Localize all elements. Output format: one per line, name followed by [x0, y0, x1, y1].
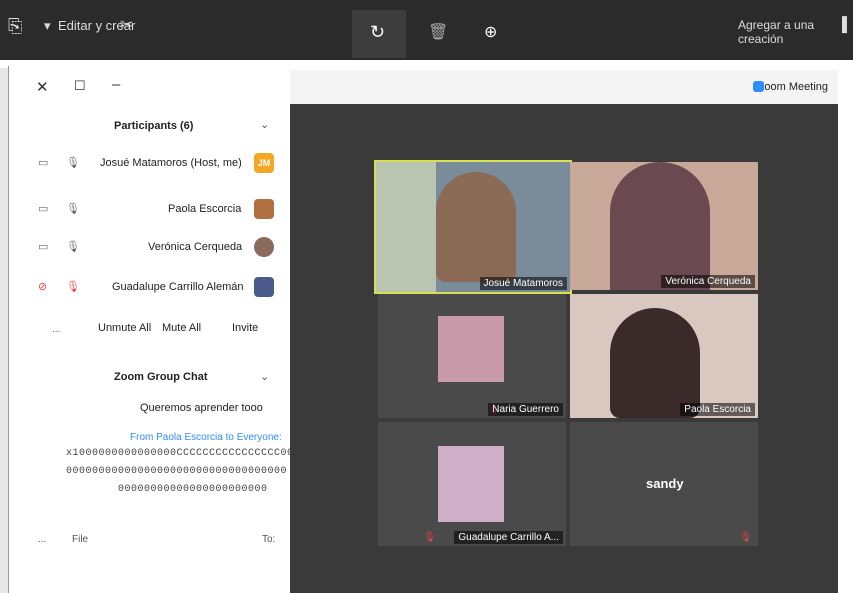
zoom-logo-icon — [753, 81, 764, 92]
minimize-icon[interactable]: – — [112, 76, 120, 93]
avatar — [254, 199, 274, 219]
mic-icon[interactable]: 🎙 — [66, 240, 80, 253]
collapse-chat-icon[interactable]: ⌄ — [260, 370, 269, 383]
zoom-icon[interactable]: ⊕ — [484, 22, 497, 42]
tile-name: Josué Matamoros — [479, 277, 567, 290]
chat-message: 0000000000000000000000000000000000 — [66, 466, 288, 477]
chat-from: From Paola Escorcia to Everyone: — [130, 432, 282, 443]
left-scroll-bar[interactable] — [0, 68, 8, 593]
chevron-down-icon[interactable]: ▾ — [44, 18, 51, 34]
video-icon[interactable]: ▭ — [38, 202, 48, 215]
video-off-icon[interactable]: ⊘ — [38, 280, 47, 293]
person-silhouette — [436, 172, 516, 282]
avatar — [254, 277, 274, 297]
chat-more-button[interactable]: ... — [38, 534, 46, 545]
tile-name-center: sandy — [646, 476, 684, 491]
participant-name: Verónica Cerqueda — [148, 241, 243, 253]
background-shelf — [376, 162, 436, 292]
more-button[interactable]: ... — [52, 324, 60, 335]
participant-name: Josué Matamoros (Host, me) — [100, 157, 242, 169]
tile-name: Verónica Cerqueda — [661, 275, 755, 288]
video-tile[interactable]: Josué Matamoros — [374, 160, 572, 294]
mic-icon[interactable]: 🎙 — [66, 202, 80, 215]
zoom-title: Zoom Meeting — [757, 81, 828, 93]
participant-name: Guadalupe Carrillo Alemán — [112, 281, 244, 293]
close-icon[interactable]: ✕ — [36, 78, 49, 96]
chat-message: Queremos aprender tooo — [140, 402, 263, 414]
video-gallery: Josué Matamoros Verónica Cerqueda 🎙 Nari… — [290, 104, 838, 593]
participant-row[interactable]: ⊘ 🎙 Guadalupe Carrillo Alemán — [22, 274, 290, 300]
photos-toolbar: ⎘ ▾ Editar y crear ✂ ↻ 🗑 ⊕ Agregar a una… — [0, 0, 853, 60]
chat-message: x1000000000000000CCCCCCCCCCCCCCCC0000 — [66, 448, 307, 459]
profile-picture — [438, 446, 504, 522]
avatar — [254, 237, 274, 257]
chat-message: 00000000000000000000000 — [118, 484, 268, 495]
file-button[interactable]: File — [72, 534, 88, 545]
zoom-title-bar: Zoom Meeting — [290, 70, 838, 104]
add-creation-icon[interactable]: ▌ — [842, 16, 852, 32]
tile-name: Guadalupe Carrillo A... — [454, 531, 563, 544]
invite-button[interactable]: Invite — [232, 322, 258, 334]
video-tile[interactable]: 🎙 Guadalupe Carrillo A... — [378, 422, 566, 546]
video-icon[interactable]: ▭ — [38, 156, 48, 169]
delete-icon[interactable]: 🗑 — [428, 22, 448, 42]
unmute-all-button[interactable]: Unmute All — [98, 322, 151, 334]
tile-name: Naria Guerrero — [488, 403, 563, 416]
mute-all-button[interactable]: Mute All — [162, 322, 201, 334]
collapse-participants-icon[interactable]: ⌄ — [260, 118, 269, 131]
video-tile[interactable]: Verónica Cerqueda — [570, 162, 758, 290]
maximize-icon[interactable]: ☐ — [74, 78, 86, 94]
tile-name: Paola Escorcia — [680, 403, 755, 416]
video-tile[interactable]: Paola Escorcia — [570, 294, 758, 418]
video-icon[interactable]: ▭ — [38, 240, 48, 253]
center-tools: ↻ 🗑 ⊕ — [352, 10, 522, 58]
add-to-creation-label[interactable]: Agregar a una creación — [738, 18, 853, 46]
share-icon[interactable]: ⎘ — [8, 16, 22, 37]
edit-icon[interactable]: ✂ — [120, 15, 133, 35]
video-tile[interactable]: 🎙 Naria Guerrero — [378, 294, 566, 418]
chat-to-label: To: — [262, 534, 276, 545]
participants-header: Participants (6) — [114, 120, 194, 132]
participant-row[interactable]: ▭ 🎙 Paola Escorcia — [22, 196, 290, 222]
participants-panel: ✕ ☐ – ⌄ Participants (6) ▭ 🎙 Josué Matam… — [22, 70, 306, 593]
person-silhouette — [610, 162, 710, 290]
chat-header: Zoom Group Chat — [114, 371, 208, 383]
video-tile[interactable]: sandy 🎙 — [570, 422, 758, 546]
mic-icon[interactable]: 🎙 — [66, 156, 80, 169]
mic-muted-icon[interactable]: 🎙 — [66, 280, 80, 293]
rotate-icon[interactable]: ↻ — [370, 22, 385, 43]
participant-row[interactable]: ▭ 🎙 Josué Matamoros (Host, me) JM — [22, 150, 290, 176]
participant-name: Paola Escorcia — [168, 203, 242, 215]
avatar: JM — [254, 153, 274, 173]
participant-row[interactable]: ▭ 🎙 Verónica Cerqueda — [22, 234, 290, 260]
mic-muted-icon: 🎙 — [739, 532, 752, 543]
profile-picture — [438, 316, 504, 382]
mic-muted-icon: 🎙 — [423, 532, 436, 543]
person-silhouette — [610, 308, 700, 418]
